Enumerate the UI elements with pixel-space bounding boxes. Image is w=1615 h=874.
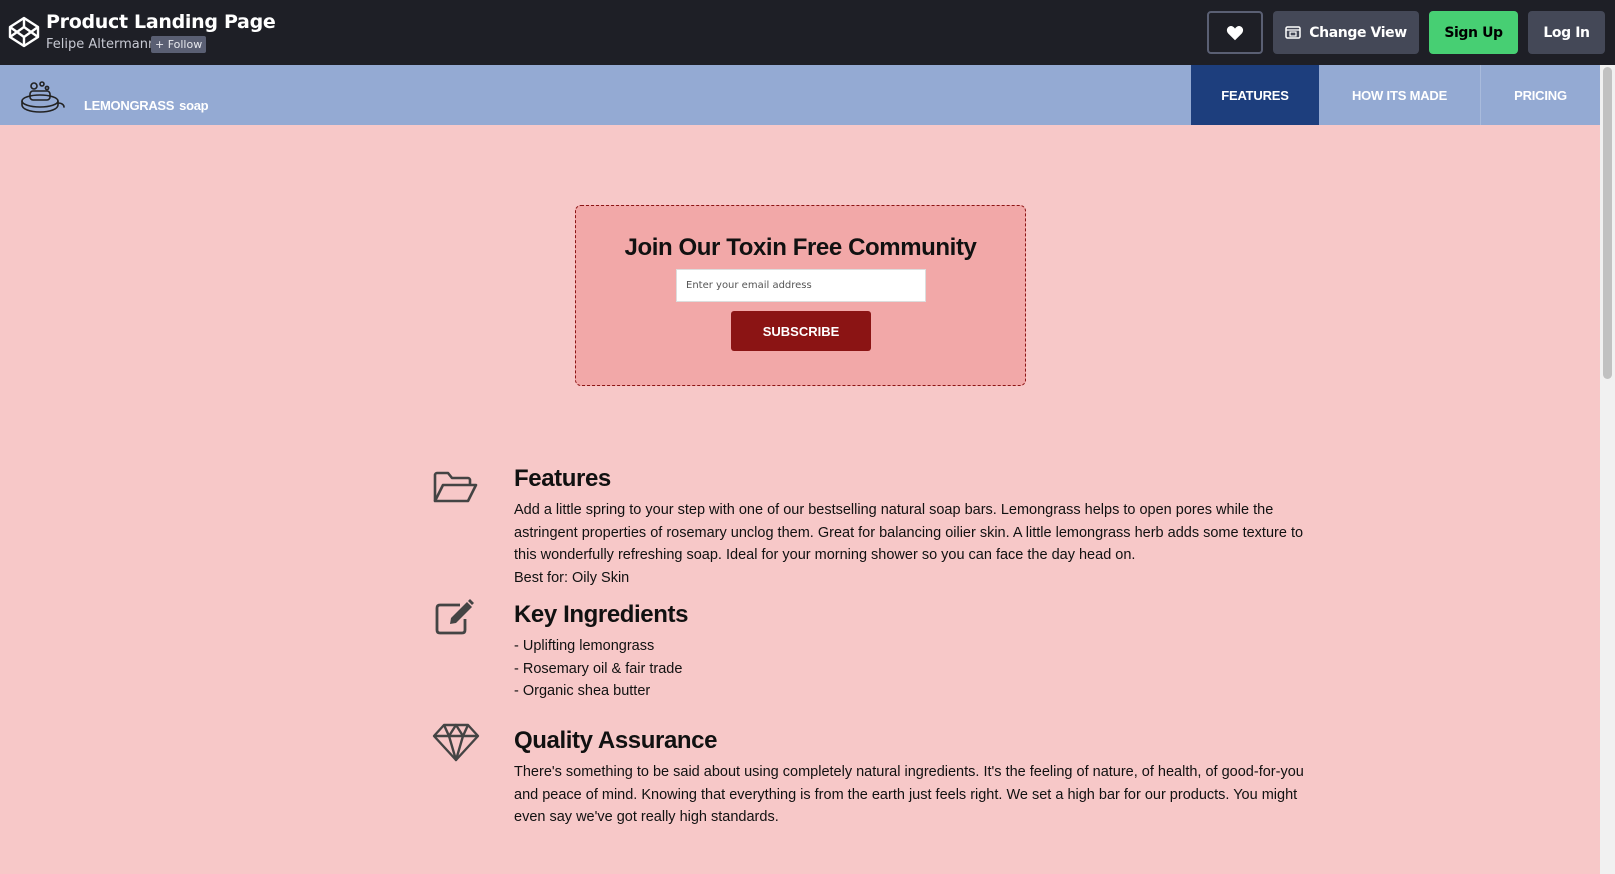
pen-author-link[interactable]: Felipe Altermann (46, 37, 156, 52)
log-in-button[interactable]: Log In (1528, 11, 1605, 54)
ingredient-item: - Uplifting lemongrass (514, 638, 655, 654)
folder-open-icon (433, 471, 478, 503)
love-button[interactable] (1207, 11, 1263, 54)
subscribe-form: Join Our Toxin Free Community SUBSCRIBE (575, 205, 1026, 386)
edit-icon (435, 599, 474, 635)
site-header: LEMONGRASS soap FEATURES HOW ITS MADE PRI… (0, 65, 1600, 125)
page-scrollbar[interactable] (1600, 65, 1615, 874)
ingredient-item: - Rosemary oil & fair trade (514, 660, 683, 677)
brand-name[interactable]: LEMONGRASS soap (84, 98, 209, 113)
codepen-top-bar: Product Landing Page Felipe Altermann + … (0, 0, 1615, 65)
feature-best-for: Best for: Oily Skin (514, 569, 630, 586)
feature-key-ingredients: Key Ingredients - Uplifting lemongrass -… (514, 601, 1304, 703)
scrollbar-thumb[interactable] (1603, 67, 1612, 379)
feature-features: Features Add a little spring to your ste… (514, 465, 1304, 589)
view-layout-icon (1285, 26, 1302, 39)
sign-up-button[interactable]: Sign Up (1429, 11, 1518, 54)
brand-sub: soap (179, 98, 209, 113)
main-nav: FEATURES HOW ITS MADE PRICING (1191, 65, 1600, 125)
follow-button[interactable]: + Follow (151, 36, 207, 53)
feature-title: Quality Assurance (514, 727, 718, 754)
feature-description: There's something to be said about using… (514, 764, 1304, 825)
email-field[interactable] (676, 269, 926, 302)
soap-logo-icon[interactable] (18, 79, 66, 115)
heart-icon (1226, 25, 1244, 40)
subscribe-title: Join Our Toxin Free Community (624, 234, 977, 261)
subscribe-button[interactable]: SUBSCRIBE (731, 311, 871, 351)
nav-link-how-its-made[interactable]: HOW ITS MADE (1319, 65, 1481, 125)
nav-link-pricing[interactable]: PRICING (1481, 65, 1600, 125)
feature-description: Add a little spring to your step with on… (514, 502, 1304, 563)
change-view-label: Change View (1309, 24, 1407, 41)
feature-quality-assurance: Quality Assurance There's something to b… (514, 727, 1304, 829)
ingredient-item: - Organic shea butter (514, 683, 651, 699)
diamond-icon (432, 723, 480, 762)
codepen-logo-icon[interactable] (8, 16, 40, 48)
change-view-button[interactable]: Change View (1273, 11, 1419, 54)
feature-title: Key Ingredients (514, 601, 689, 628)
pen-title: Product Landing Page (46, 11, 276, 33)
brand-main: LEMONGRASS (84, 98, 175, 113)
feature-title: Features (514, 465, 611, 492)
nav-link-features[interactable]: FEATURES (1191, 65, 1319, 125)
